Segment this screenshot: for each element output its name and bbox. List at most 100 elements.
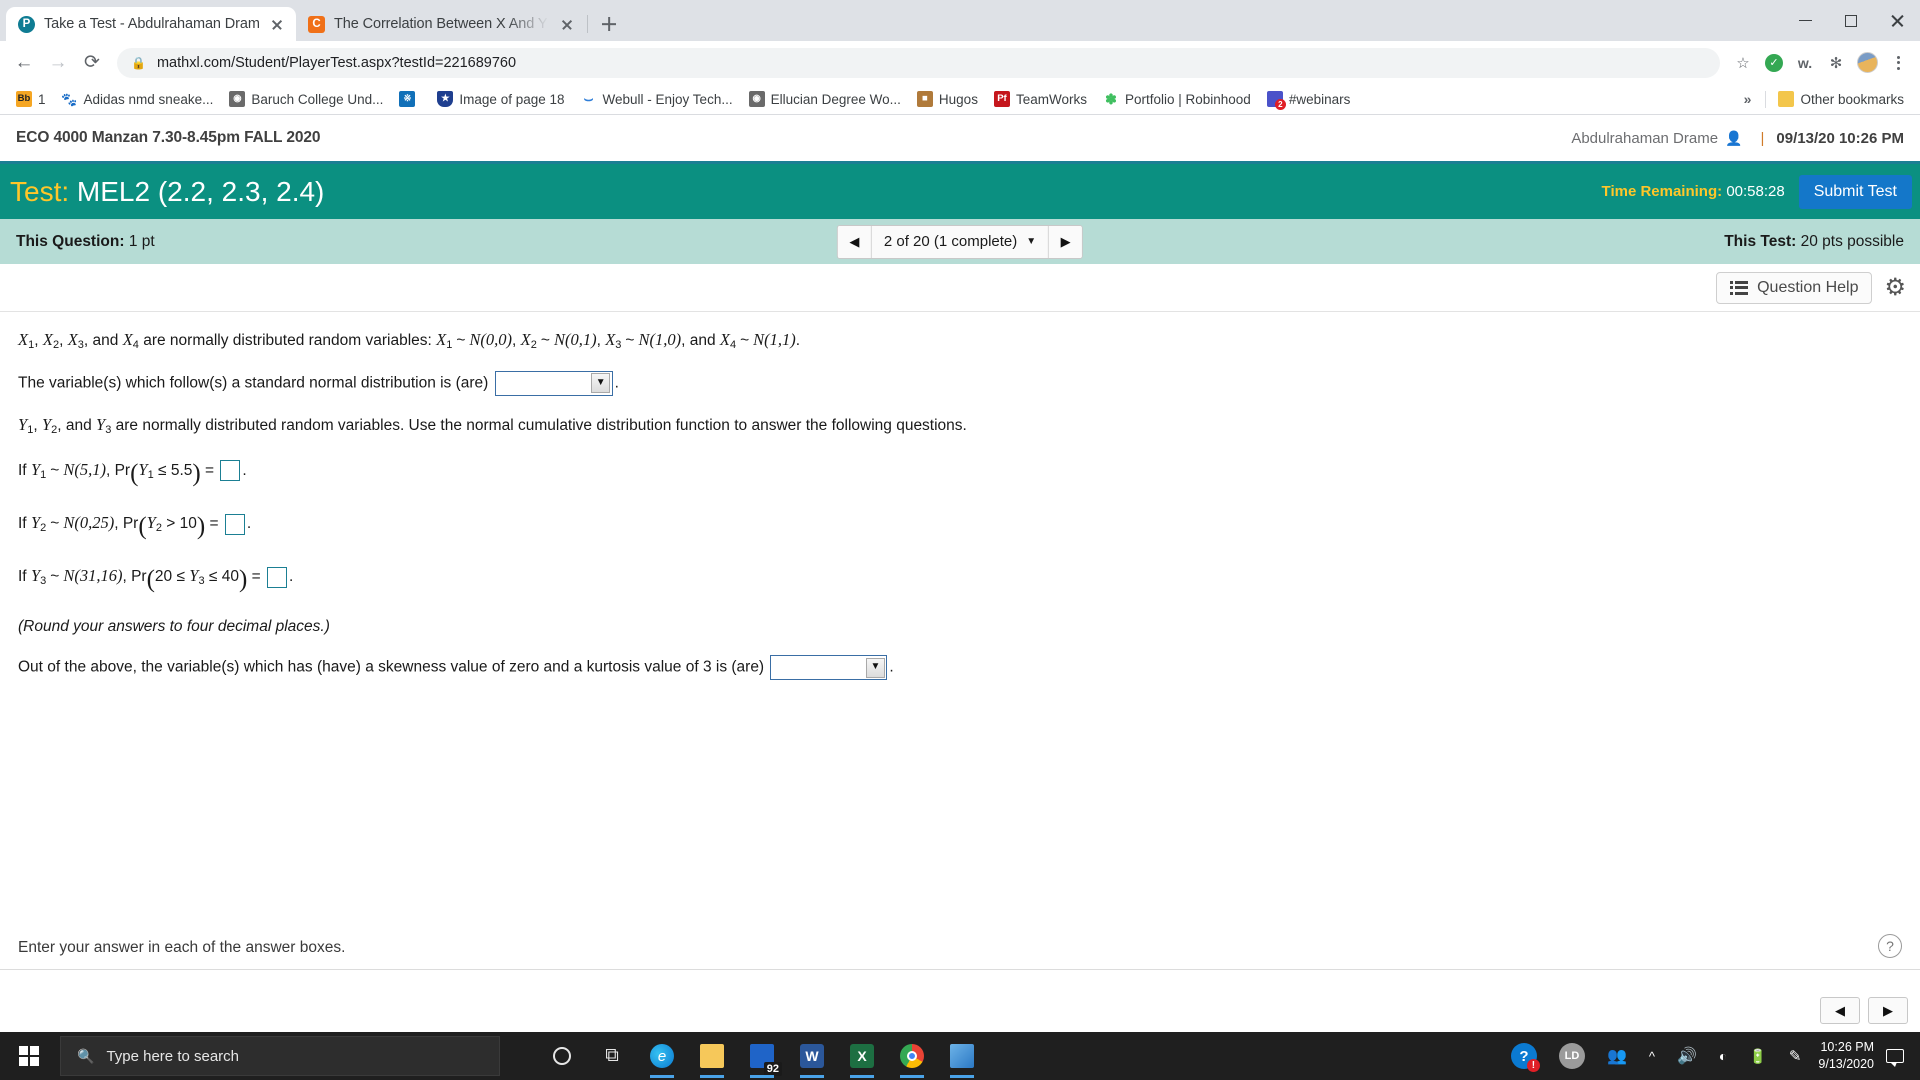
submit-test-button[interactable]: Submit Test [1798, 174, 1912, 209]
browser-tab-active[interactable]: P Take a Test - Abdulrahaman Drame [6, 7, 296, 41]
bookmarks-overflow-icon[interactable]: » [1734, 91, 1762, 107]
bookmark-item[interactable]: Bb 1 [8, 88, 54, 110]
wifi-icon[interactable]: ◐ [1708, 1032, 1738, 1080]
answer-box-3[interactable] [266, 566, 287, 588]
close-window-button[interactable] [1874, 0, 1920, 41]
forward-icon[interactable]: → [42, 47, 74, 79]
header-separator: | [1760, 129, 1765, 147]
pr-label: Pr [131, 568, 147, 586]
extension-checkmark-icon[interactable]: ✓ [1760, 49, 1788, 77]
maximize-button[interactable] [1828, 0, 1874, 41]
bookmark-item[interactable]: 🐾 Adidas nmd sneake... [54, 88, 222, 110]
bookmark-item[interactable]: 2 #webinars [1259, 88, 1359, 110]
user-account-icon[interactable]: LD [1548, 1032, 1596, 1080]
mathxl-course-header: ECO 4000 Manzan 7.30-8.45pm FALL 2020 Ab… [0, 115, 1920, 164]
user-avatar-icon[interactable]: 👤 [1725, 130, 1742, 147]
equals-sign: = [209, 515, 219, 533]
help-support-icon[interactable]: ?! [1500, 1032, 1548, 1080]
back-icon[interactable]: ← [8, 47, 40, 79]
bookmark-label: Image of page 18 [459, 91, 565, 107]
bookmark-label: Hugos [938, 91, 978, 107]
answer-box-2[interactable] [224, 513, 245, 535]
if-prefix: If [18, 461, 27, 479]
sub-question-suffix: . [246, 515, 252, 533]
this-test-label: This Test: [1724, 232, 1797, 250]
bookmark-star-icon[interactable]: ☆ [1729, 49, 1757, 77]
course-title: ECO 4000 Manzan 7.30-8.45pm FALL 2020 [16, 129, 321, 146]
taskbar-file-explorer-icon[interactable] [690, 1032, 734, 1080]
help-icon[interactable]: ? [1878, 934, 1902, 958]
sub-question-2: If Y2 ~ N(0,25), Pr(Y2 > 10) = . [18, 513, 252, 541]
close-tab-icon[interactable] [268, 15, 286, 33]
sub-question-3: If Y3 ~ N(31,16), Pr(20 ≤ Y3 ≤ 40) = . [18, 566, 294, 594]
page-next-button[interactable]: ▶ [1868, 997, 1908, 1024]
equals-sign: = [251, 568, 261, 586]
bookmarks-divider [1765, 90, 1767, 108]
profile-avatar[interactable] [1853, 49, 1881, 77]
standard-normal-dropdown[interactable]: ▼ [494, 370, 613, 396]
reload-icon[interactable]: ⟳ [76, 47, 108, 79]
close-tab-icon[interactable] [558, 15, 576, 33]
taskbar-task-view-icon[interactable]: ⧉ [590, 1032, 634, 1080]
taskbar-word-icon[interactable]: W [790, 1032, 834, 1080]
next-question-button[interactable]: ▶ [1048, 225, 1083, 258]
taskbar-chrome-icon[interactable] [890, 1032, 934, 1080]
people-icon[interactable]: 👥 [1596, 1032, 1638, 1080]
question-nav-bar: This Question: 1 pt ◀ 2 of 20 (1 complet… [0, 219, 1920, 264]
expr-variable: Y3 [189, 566, 205, 588]
question-position-dropdown[interactable]: 2 of 20 (1 complete) ▼ [872, 233, 1048, 250]
search-input[interactable]: 🔍 Type here to search [60, 1036, 500, 1076]
time-remaining: Time Remaining: 00:58:28 [1602, 183, 1785, 200]
taskbar-photos-icon[interactable] [940, 1032, 984, 1080]
gear-icon[interactable]: ⚙ [1884, 275, 1906, 300]
bookmark-item[interactable]: ◉ Baruch College Und... [221, 88, 391, 110]
variable-x1-ref: X1 [436, 330, 453, 351]
variable-x4-ref: X4 [719, 330, 737, 351]
battery-icon[interactable]: 🔋 [1738, 1032, 1777, 1080]
bookmarks-overflow-group: » Other bookmarks [1734, 88, 1912, 110]
expr-prefix: 20 ≤ [154, 568, 190, 586]
this-test-value: 20 pts possible [1800, 232, 1904, 250]
bookmark-item[interactable]: Pf TeamWorks [986, 88, 1095, 110]
taskbar-cortana-icon[interactable] [540, 1032, 584, 1080]
variable-y2: Y2 [41, 414, 58, 436]
bookmark-item[interactable]: ※ [391, 88, 429, 110]
notification-center-icon[interactable] [1886, 1049, 1904, 1067]
taskbar-excel-icon[interactable]: X [840, 1032, 884, 1080]
answer-box-1[interactable] [220, 460, 241, 482]
taskbar-clock[interactable]: 10:26 PM 9/13/2020 [1812, 1039, 1886, 1073]
url-text: mathxl.com/Student/PlayerTest.aspx?testI… [156, 54, 517, 71]
bookmark-item[interactable]: ◉ Ellucian Degree Wo... [741, 88, 909, 110]
variable-x2-ref: X2 [520, 330, 537, 351]
chase-icon: ※ [399, 91, 416, 107]
y-variables-line: Y1, Y2, and Y3 are normally distributed … [18, 414, 967, 436]
bookmark-item[interactable]: ■ Hugos [909, 88, 986, 110]
extension-w-icon[interactable]: w. [1791, 49, 1819, 77]
browser-tab-inactive[interactable]: C The Correlation Between X And Y [296, 7, 586, 41]
page-previous-button[interactable]: ◀ [1820, 997, 1860, 1024]
show-hidden-icons-chevron[interactable]: ^ [1638, 1032, 1666, 1080]
other-bookmarks-button[interactable]: Other bookmarks [1770, 88, 1912, 110]
question-help-button[interactable]: Question Help [1716, 271, 1873, 304]
previous-question-button[interactable]: ◀ [837, 225, 872, 258]
variable-y1: Y1 [18, 414, 34, 436]
pen-icon[interactable]: ✎ [1778, 1032, 1813, 1080]
bookmark-item[interactable]: ★ Image of page 18 [429, 88, 572, 110]
minimize-button[interactable] [1782, 0, 1828, 41]
search-icon: 🔍 [77, 1047, 95, 1064]
volume-icon[interactable]: 🔊 [1666, 1032, 1708, 1080]
bookmark-item[interactable]: ✽ Portfolio | Robinhood [1095, 88, 1259, 110]
taskbar-mail-icon[interactable]: 92 [740, 1032, 784, 1080]
chrome-menu-icon[interactable] [1884, 49, 1912, 77]
start-button[interactable] [0, 1032, 58, 1080]
skewness-dropdown[interactable]: ▼ [770, 655, 888, 681]
extensions-puzzle-icon[interactable]: ✻ [1822, 49, 1850, 77]
taskbar-edge-icon[interactable]: e [640, 1032, 684, 1080]
address-bar[interactable]: 🔒 mathxl.com/Student/PlayerTest.aspx?tes… [117, 47, 1720, 78]
new-tab-button[interactable] [595, 10, 623, 38]
sub-question-suffix: . [242, 461, 247, 479]
bookmark-item[interactable]: ⌣ Webull - Enjoy Tech... [573, 88, 741, 110]
y-variables-text: are normally distributed random variable… [111, 416, 967, 434]
question-position-text: 2 of 20 (1 complete) [883, 233, 1018, 250]
hugos-icon: ■ [916, 91, 933, 107]
